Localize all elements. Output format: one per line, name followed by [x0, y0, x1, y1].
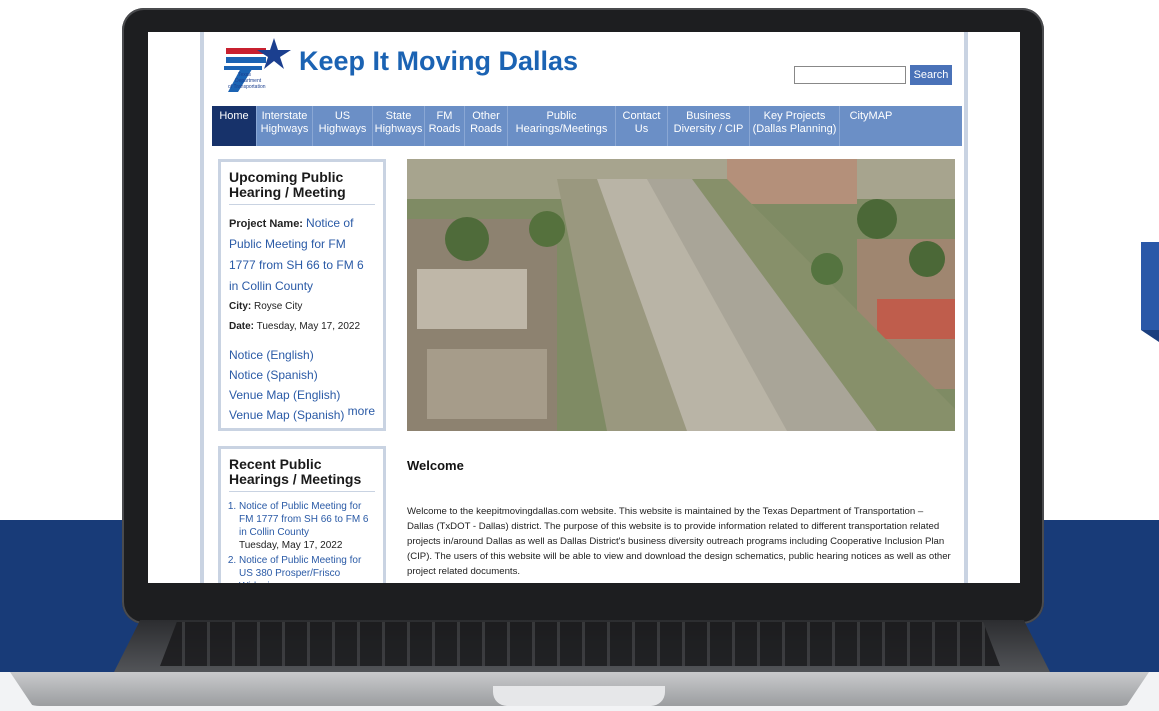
nav-label: CityMAP [849, 110, 893, 122]
nav-label: Interstate Highways [260, 110, 309, 135]
link-notice-spanish[interactable]: Notice (Spanish) [229, 365, 375, 385]
nav-label: State Highways [374, 110, 423, 135]
laptop-base [0, 614, 1159, 710]
nav-state-highways[interactable]: State Highways [373, 106, 425, 146]
more-link[interactable]: more [348, 404, 375, 418]
city-line: City: Royse City [229, 301, 303, 312]
nav-label: Business Diversity / CIP [673, 110, 744, 135]
nav-fm-roads[interactable]: FM Roads [425, 106, 465, 146]
txdot-logo-icon[interactable]: Texas Department of Transportation [222, 38, 292, 92]
nav-label: Home [219, 110, 249, 122]
date-line: Date: Tuesday, May 17, 2022 [229, 321, 361, 332]
nav-other-roads[interactable]: Other Roads [465, 106, 508, 146]
link-venue-map-english[interactable]: Venue Map (English) [229, 385, 375, 405]
recent-list: Notice of Public Meeting for FM 1777 fro… [239, 500, 377, 583]
upcoming-title: Upcoming Public Hearing / Meeting [229, 170, 375, 205]
project-label: Project Name: [229, 218, 303, 230]
welcome-text: Welcome to the keepitmovingdallas.com we… [407, 506, 951, 577]
nav-key-projects[interactable]: Key Projects (Dallas Planning) [750, 106, 840, 146]
laptop-screen: Texas Department of Transportation Keep … [148, 32, 1020, 583]
nav-us-highways[interactable]: US Highways [313, 106, 373, 146]
nav-public-hearings[interactable]: Public Hearings/Meetings [508, 106, 616, 146]
laptop-keyboard [160, 622, 1000, 666]
nav-label: Key Projects (Dallas Planning) [752, 110, 837, 135]
nav-label: FM Roads [428, 110, 461, 135]
site-title: Keep It Moving Dallas [299, 46, 579, 76]
nav-citymap[interactable]: CityMAP [840, 106, 902, 146]
search-button[interactable]: Search [910, 65, 952, 85]
upcoming-meeting-box: Upcoming Public Hearing / Meeting Projec… [218, 159, 386, 431]
list-item[interactable]: Notice of Public Meeting for FM 1777 fro… [239, 500, 377, 552]
project-name: Project Name: Notice of Public Meeting f… [229, 213, 375, 297]
web-page: Texas Department of Transportation Keep … [200, 32, 968, 583]
search-input[interactable] [794, 66, 906, 84]
laptop-notch [493, 686, 665, 706]
nav-business-diversity[interactable]: Business Diversity / CIP [668, 106, 750, 146]
nav-label: Contact Us [622, 110, 661, 135]
highway-hero-image [407, 159, 955, 431]
nav-label: Other Roads [470, 110, 502, 135]
link-notice-english[interactable]: Notice (English) [229, 345, 375, 365]
side-ribbon [1141, 242, 1159, 342]
nav-label: US Highways [318, 110, 367, 135]
main-nav: Home Interstate Highways US Highways State… [212, 106, 962, 146]
recent-meetings-box: Recent Public Hearings / Meetings Notice… [218, 446, 386, 583]
nav-home[interactable]: Home [212, 106, 257, 146]
logo-text-3: of Transportation [228, 84, 266, 90]
nav-label: Public Hearings/Meetings [515, 110, 608, 135]
welcome-heading: Welcome [407, 458, 464, 473]
recent-title: Recent Public Hearings / Meetings [229, 457, 375, 492]
city-value: Royse City [254, 301, 303, 312]
list-item[interactable]: Notice of Public Meeting for US 380 Pros… [239, 554, 377, 583]
date-value: Tuesday, May 17, 2022 [256, 321, 361, 332]
nav-contact-us[interactable]: Contact Us [616, 106, 668, 146]
nav-interstate-highways[interactable]: Interstate Highways [257, 106, 313, 146]
